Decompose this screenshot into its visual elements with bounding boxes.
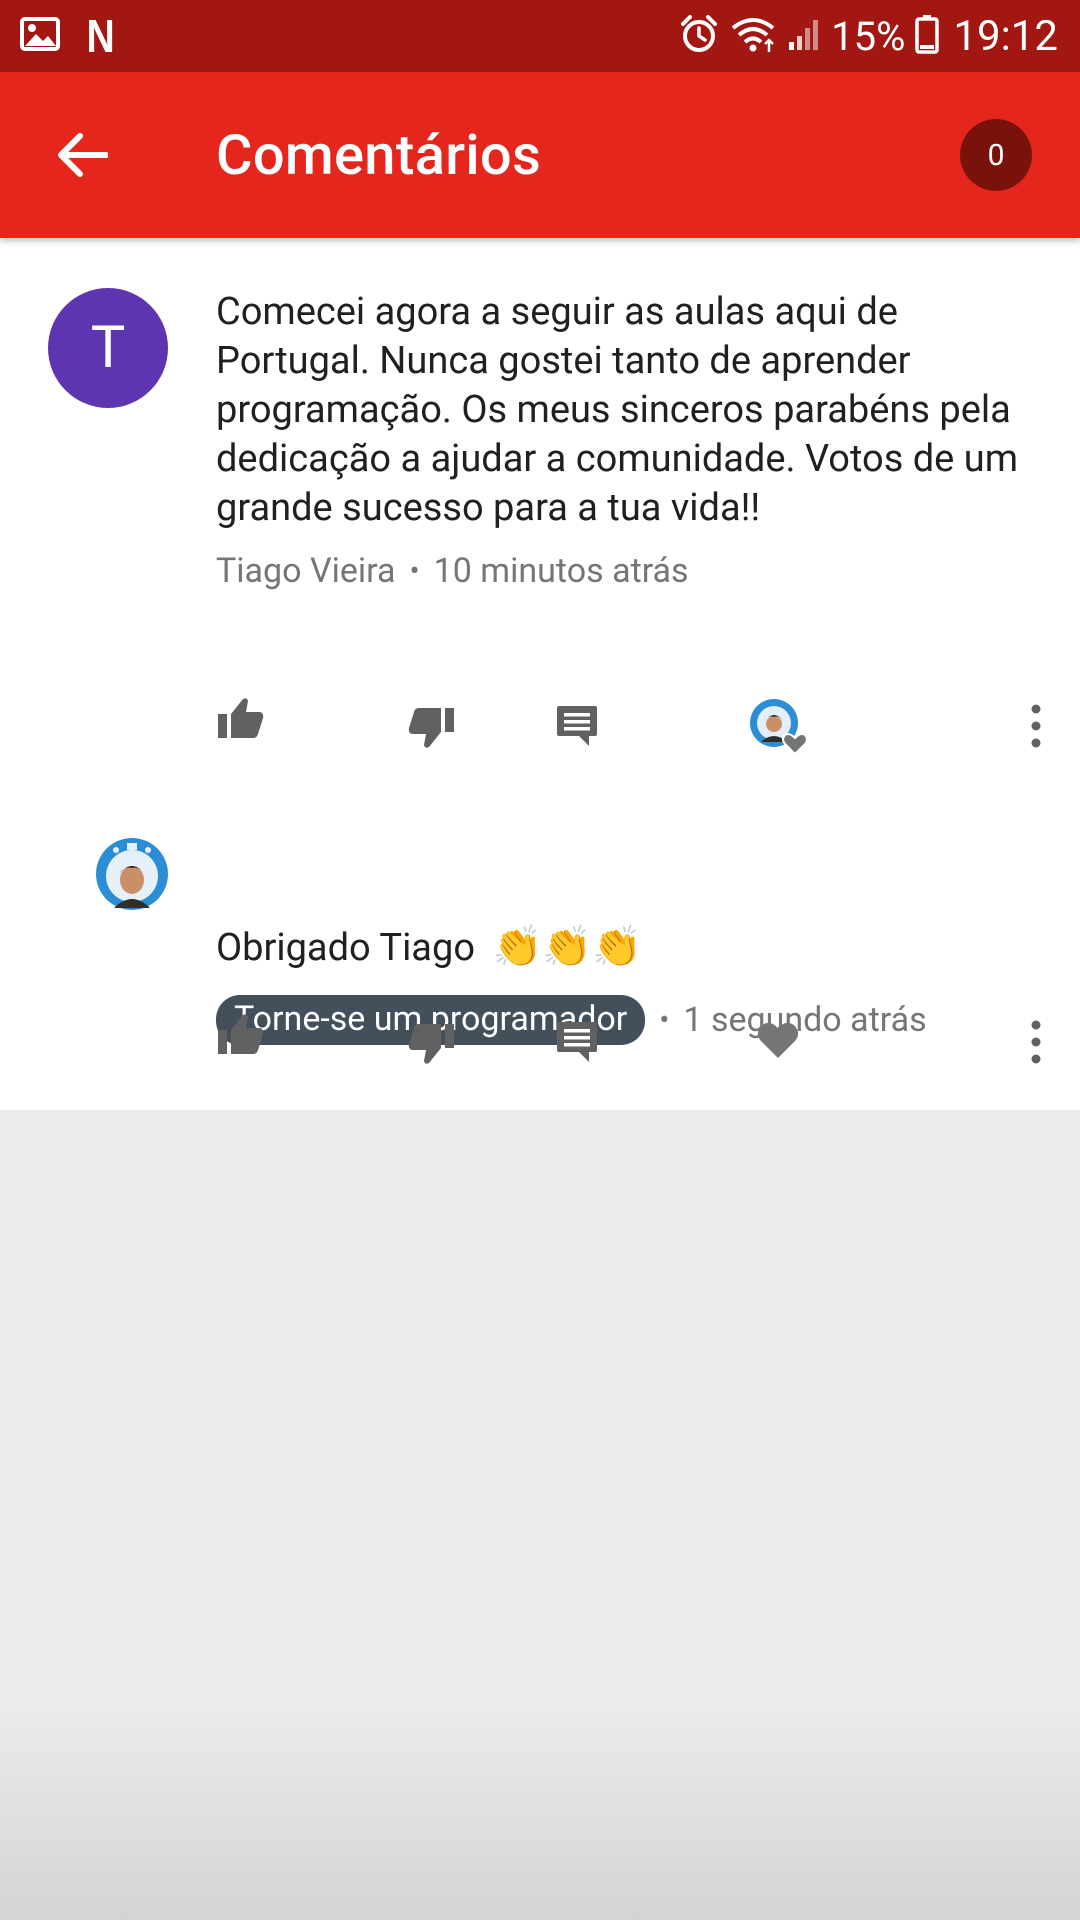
avatar[interactable] xyxy=(96,838,168,910)
creator-heart-button[interactable] xyxy=(744,678,814,758)
reply-item: Obrigado Tiago 👏👏👏 Torne-se um programad… xyxy=(0,838,1080,1110)
comment-meta: Tiago Vieira • 10 minutos atrás xyxy=(216,551,1020,591)
comment-time: 10 minutos atrás xyxy=(433,551,689,591)
comment-actions xyxy=(216,678,1080,758)
comment-item: T Comecei agora a seguir as aulas aqui d… xyxy=(0,238,1080,758)
reply-actions xyxy=(216,994,1080,1074)
comment-count-badge[interactable]: 0 xyxy=(960,119,1032,191)
avatar[interactable]: T xyxy=(48,288,168,408)
more-vert-icon xyxy=(1031,704,1041,748)
wifi-icon xyxy=(729,14,777,58)
comment-author[interactable]: Tiago Vieira xyxy=(216,551,396,591)
comment-body: Comecei agora a seguir as aulas aqui de … xyxy=(216,288,1020,591)
app-bar: Comentários 0 xyxy=(0,72,1080,238)
status-time: 19:12 xyxy=(953,11,1058,61)
like-button[interactable] xyxy=(216,678,266,758)
dislike-button[interactable] xyxy=(406,678,456,758)
page-title: Comentários xyxy=(216,122,542,188)
thumb-up-icon xyxy=(218,698,264,738)
battery-percent: 15% xyxy=(831,12,906,60)
like-button[interactable] xyxy=(216,994,266,1074)
comment-icon xyxy=(557,706,597,746)
creator-avatar-heart-icon xyxy=(750,699,808,756)
thumb-down-icon xyxy=(408,708,454,748)
bottom-shade xyxy=(0,1700,1080,1920)
comments-list: T Comecei agora a seguir as aulas aqui d… xyxy=(0,238,1080,1110)
thumb-down-icon xyxy=(408,1024,454,1064)
reply-button[interactable] xyxy=(552,994,602,1074)
dislike-button[interactable] xyxy=(406,994,456,1074)
meta-separator: • xyxy=(409,553,420,589)
status-bar: N 15% 19:12 xyxy=(0,0,1080,72)
clapping-hands-emoji: 👏👏👏 xyxy=(492,923,642,970)
more-vert-icon xyxy=(1031,1020,1041,1064)
comment-icon xyxy=(557,1022,597,1062)
more-options-button[interactable] xyxy=(1024,678,1048,758)
signal-icon xyxy=(787,16,821,56)
thumb-up-icon xyxy=(218,1014,264,1054)
comment-text: Comecei agora a seguir as aulas aqui de … xyxy=(216,290,1019,530)
reply-text-line: Obrigado Tiago 👏👏👏 xyxy=(216,922,1020,973)
heart-icon xyxy=(757,1022,799,1058)
netflix-icon: N xyxy=(86,10,115,62)
image-icon xyxy=(20,17,60,55)
heart-button[interactable] xyxy=(752,994,804,1074)
status-bar-left: N xyxy=(20,9,141,63)
arrow-back-icon xyxy=(58,133,108,177)
battery-icon xyxy=(915,14,940,58)
more-options-button[interactable] xyxy=(1024,994,1048,1074)
back-button[interactable] xyxy=(50,123,114,187)
alarm-icon xyxy=(679,14,719,58)
reply-button[interactable] xyxy=(552,678,602,758)
status-bar-right: 15% 19:12 xyxy=(669,12,1058,61)
reply-text: Obrigado Tiago xyxy=(216,926,475,970)
